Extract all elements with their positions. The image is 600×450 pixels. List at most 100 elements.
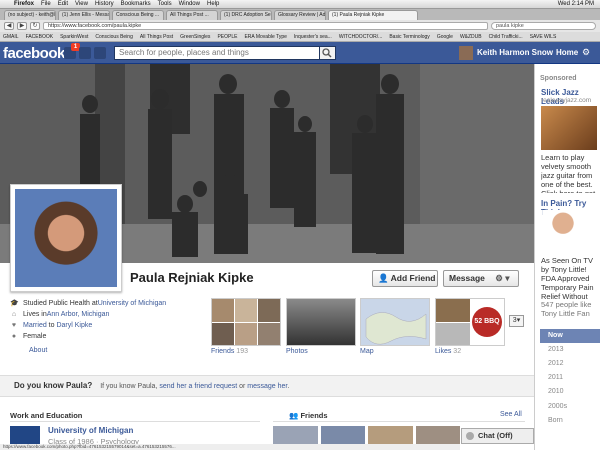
message-her-link[interactable]: message her: [247, 383, 287, 390]
know-question: Do you know Paula?: [14, 381, 93, 390]
heart-icon: ♥: [11, 321, 17, 329]
app-menu[interactable]: Firefox: [14, 1, 34, 7]
map-thumbnail[interactable]: [360, 298, 430, 346]
back-icon[interactable]: ◀: [4, 22, 14, 30]
forward-icon[interactable]: ▶: [17, 22, 27, 30]
browser-search-field[interactable]: paula kipke: [491, 22, 596, 30]
timeline-year[interactable]: Born: [540, 414, 600, 428]
timeline-year[interactable]: 2011: [540, 371, 600, 385]
message-button[interactable]: Message ⚙ ▾: [443, 270, 519, 287]
settings-icon[interactable]: ⚙: [582, 47, 594, 59]
browser-tab[interactable]: (1) Jenn Ellis - Messages: [58, 10, 110, 20]
menu-window[interactable]: Window: [179, 1, 200, 7]
pain-ad-image[interactable]: [543, 210, 583, 254]
browser-tab[interactable]: Glossary Review | Adoptee Ago...: [274, 10, 326, 20]
sponsored-heading: Sponsored: [540, 75, 577, 82]
bookmark-item[interactable]: SAVE WILS: [530, 34, 557, 40]
browser-tab[interactable]: (no subject) - keith@harmon.com: [4, 10, 56, 20]
browser-tab[interactable]: Conscious Being ...: [112, 10, 164, 20]
photos-app-label[interactable]: Photos: [286, 348, 308, 355]
likes-app-label[interactable]: Likes 32: [435, 348, 461, 355]
city-link[interactable]: Ann Arbor, Michigan: [47, 311, 110, 318]
bookmark-item[interactable]: GreenSingles: [180, 34, 210, 40]
bookmark-item[interactable]: WITCHDOCTOR/...: [339, 34, 383, 40]
notifications-icon[interactable]: [94, 47, 106, 59]
clock: Wed 2:14 PM: [557, 1, 594, 7]
friends-thumbnail[interactable]: [211, 298, 281, 346]
info-education: 🎓 Studied Public Health at University of…: [10, 298, 206, 308]
friends-app-label[interactable]: Friends 193: [211, 348, 248, 355]
timeline-year[interactable]: 2012: [540, 357, 600, 371]
home-link[interactable]: Home: [556, 48, 578, 57]
bbq-logo: 52 BBQ: [472, 307, 502, 337]
divider: [273, 421, 525, 422]
spouse-link[interactable]: Daryl Kipke: [56, 322, 92, 329]
timeline-year[interactable]: 2010: [540, 385, 600, 399]
timeline-year[interactable]: 2013: [540, 343, 600, 357]
photos-thumbnail[interactable]: [286, 298, 356, 346]
bookmark-item[interactable]: Child Trafficki...: [489, 34, 523, 40]
facebook-search-input[interactable]: Search for people, places and things: [114, 46, 320, 60]
url-bar[interactable]: https://www.facebook.com/paula.kipke: [43, 22, 488, 30]
see-all-link[interactable]: See All: [500, 411, 522, 418]
info-location: ⌂ Lives in Ann Arbor, Michigan: [10, 309, 206, 319]
school-name-link[interactable]: University of Michigan: [48, 426, 133, 435]
menu-file[interactable]: File: [41, 1, 51, 7]
menu-history[interactable]: History: [95, 1, 114, 7]
likes-count: 32: [453, 348, 462, 355]
bookmark-item[interactable]: W&ZDUB: [460, 34, 482, 40]
browser-nav-bar: ◀ ▶ ↻ https://www.facebook.com/paula.kip…: [0, 20, 600, 32]
bookmark-item[interactable]: FACEBOOK: [26, 34, 54, 40]
map-app-label[interactable]: Map: [360, 348, 374, 355]
reload-icon[interactable]: ↻: [30, 22, 40, 30]
menu-edit[interactable]: Edit: [58, 1, 68, 7]
menu-bookmarks[interactable]: Bookmarks: [121, 1, 151, 7]
menu-tools[interactable]: Tools: [158, 1, 172, 7]
bookmark-item[interactable]: Conscious Being: [95, 34, 133, 40]
bookmark-item[interactable]: PEOPLE: [217, 34, 237, 40]
bookmark-item[interactable]: ERA Movable Type: [244, 34, 286, 40]
mac-menu-bar: Firefox File Edit View History Bookmarks…: [0, 0, 600, 9]
more-apps-button[interactable]: 3▾: [509, 315, 524, 327]
married-link[interactable]: Married: [23, 322, 47, 329]
menu-view[interactable]: View: [75, 1, 88, 7]
browser-status-bar: https://www.facebook.com/photo.php?fbid=…: [0, 444, 460, 450]
bookmark-item[interactable]: Google: [437, 34, 453, 40]
ad-text: Learn to play velvety smooth jazz guitar…: [541, 153, 595, 193]
messages-icon[interactable]: [79, 47, 91, 59]
add-friend-label: Add Friend: [390, 273, 436, 283]
ad-text: As Seen On TV by Tony Little! FDA Approv…: [541, 256, 594, 301]
add-friend-button[interactable]: 👤 Add Friend: [372, 270, 438, 287]
bookmark-item[interactable]: Basic Terminology: [389, 34, 429, 40]
send-friend-request-link[interactable]: send her a friend request: [159, 383, 237, 390]
user-name-link[interactable]: Keith Harmon Snow: [477, 48, 553, 57]
know-text: If you know Paula,: [100, 383, 160, 390]
profile-info: 🎓 Studied Public Health at University of…: [10, 298, 206, 354]
bookmark-item[interactable]: Inquester's sea...: [294, 34, 332, 40]
school-link[interactable]: University of Michigan: [98, 300, 166, 307]
menu-help[interactable]: Help: [207, 1, 219, 7]
user-avatar[interactable]: [459, 46, 473, 60]
timeline-year[interactable]: 2000s: [540, 400, 600, 414]
gear-dropdown-icon[interactable]: ⚙ ▾: [495, 273, 509, 283]
bookmark-item[interactable]: All Things Post: [140, 34, 173, 40]
search-icon[interactable]: [320, 46, 336, 60]
browser-tab[interactable]: (1) DRC Adoption Services: [220, 10, 272, 20]
work-education-heading: Work and Education: [10, 411, 83, 420]
browser-tab-active[interactable]: (1) Paula Rejniak Kipke: [328, 10, 418, 20]
guitar-ad-image[interactable]: [541, 106, 597, 150]
info-relationship: ♥ Married to Daryl Kipke: [10, 320, 206, 330]
chat-bar[interactable]: Chat (Off): [461, 428, 534, 444]
timeline-year-now[interactable]: Now: [540, 329, 600, 343]
bookmark-item[interactable]: GMAIL: [3, 34, 19, 40]
bookmark-item[interactable]: SparkinWest: [60, 34, 88, 40]
add-friend-icon: 👤: [378, 273, 389, 283]
browser-tab[interactable]: All Things Post ...: [166, 10, 218, 20]
profile-name[interactable]: Paula Rejniak Kipke: [130, 270, 254, 285]
ad-url: realeasyjazz.com: [541, 97, 592, 104]
friends-heading[interactable]: 👥 Friends: [289, 411, 328, 420]
likes-thumbnail[interactable]: 52 BBQ: [435, 298, 505, 346]
facebook-logo[interactable]: facebook: [3, 45, 65, 62]
about-link[interactable]: About: [29, 347, 47, 354]
profile-picture[interactable]: [10, 184, 122, 292]
